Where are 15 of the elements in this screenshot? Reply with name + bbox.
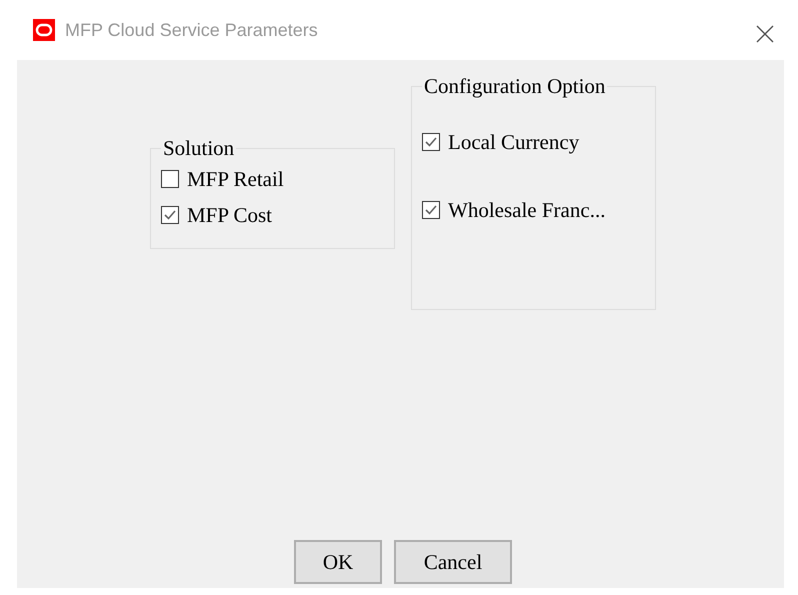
option-label: MFP Retail xyxy=(187,166,284,192)
option-label: Local Currency xyxy=(448,130,580,154)
app-logo-icon xyxy=(33,19,55,41)
checkbox[interactable] xyxy=(161,170,179,188)
window-title: MFP Cloud Service Parameters xyxy=(65,20,318,40)
group-title: Solution xyxy=(162,136,236,161)
checkbox[interactable] xyxy=(161,206,179,224)
group-title: Configuration Option xyxy=(423,74,606,99)
close-icon[interactable] xyxy=(756,25,774,43)
checkbox[interactable] xyxy=(422,133,440,151)
dialog-button[interactable]: Cancel xyxy=(394,540,512,584)
option-label: Wholesale Franc... xyxy=(448,198,606,222)
checkbox[interactable] xyxy=(422,201,440,219)
dialog-button[interactable]: OK xyxy=(294,540,382,584)
option-label: MFP Cost xyxy=(187,202,272,228)
